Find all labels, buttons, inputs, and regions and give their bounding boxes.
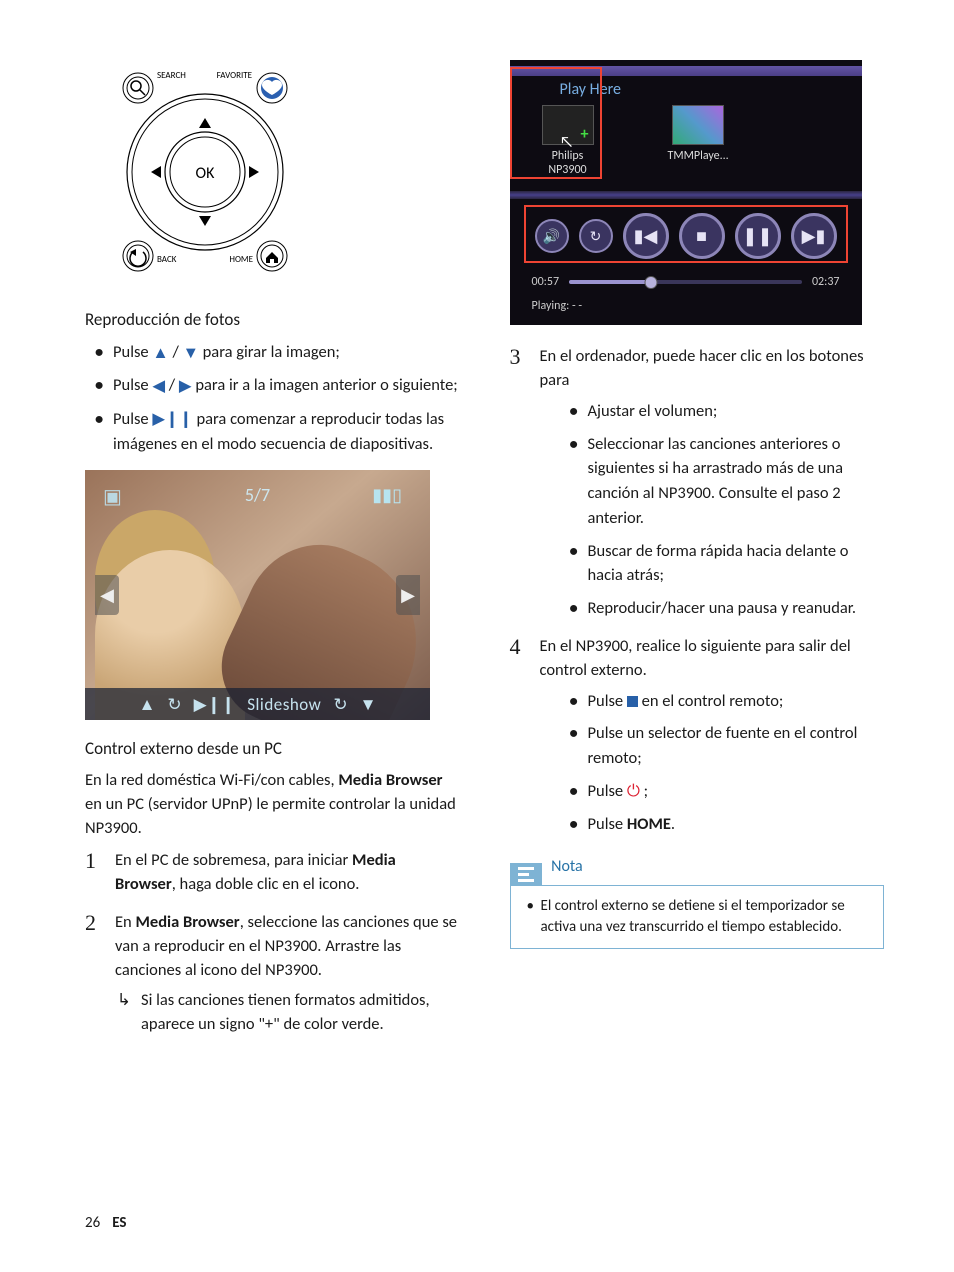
pc-control-heading: Control externo desde un PC: [85, 738, 460, 759]
triangle-up-icon: ▲: [152, 341, 168, 366]
bottom-up-icon: ▲: [139, 694, 156, 715]
home-button: HOME: [229, 241, 287, 271]
bottom-refresh-icon: ↻: [167, 694, 181, 715]
svg-text:FAVORITE: FAVORITE: [217, 70, 253, 81]
search-button: SEARCH: [123, 70, 186, 103]
slideshow-label: Slideshow: [247, 694, 321, 715]
note-icon: [510, 863, 542, 886]
power-icon: ⏻: [627, 781, 640, 801]
ok-label: OK: [196, 164, 216, 183]
note-text: El control externo se detiene si el temp…: [541, 896, 870, 938]
bottom-playpause-icon: ▶❙❙: [194, 694, 236, 715]
photo-bullets: Pulse ▲ / ▼ para girar la imagen; Pulse …: [85, 340, 460, 456]
triangle-right-icon: ▶: [179, 374, 192, 399]
photo-playback-heading: Reproducción de fotos: [85, 309, 460, 330]
playing-status: Playing: - -: [510, 291, 862, 315]
seek-bar[interactable]: [569, 280, 802, 284]
stop-icon: [627, 696, 638, 707]
media-player-screenshot: Play Here Philips NP3900 TMMPlaye... ↖ 🔊…: [510, 60, 862, 325]
next-photo-button[interactable]: ▶: [396, 575, 420, 615]
step-2: 2 En Media Browser, seleccione las canci…: [85, 911, 460, 1037]
page-lang: ES: [112, 1214, 126, 1232]
photo-counter: 5/7: [245, 484, 270, 506]
pc-intro: En la red doméstica Wi-Fi/con cables, Me…: [85, 769, 460, 841]
bottom-refresh2-icon: ↻: [333, 694, 347, 715]
signal-icon: ▮▮▯: [372, 484, 402, 506]
page-footer: 26 ES: [85, 1214, 126, 1232]
device-tmm[interactable]: TMMPlaye...: [668, 105, 728, 177]
svg-text:SEARCH: SEARCH: [157, 70, 186, 81]
favorite-button: FAVORITE: [217, 70, 287, 103]
prev-photo-button[interactable]: ◀: [95, 575, 119, 615]
step-4: 4 En el NP3900, realice lo siguiente par…: [510, 635, 885, 837]
time-total: 02:37: [812, 275, 840, 289]
remote-diagram: OK SEARCH FAVORITE BACK: [105, 60, 305, 280]
note-label: Nota: [551, 857, 583, 876]
back-button: BACK: [123, 241, 177, 271]
time-current: 00:57: [532, 275, 560, 289]
svg-text:HOME: HOME: [229, 254, 253, 265]
step-3: 3 En el ordenador, puede hacer clic en l…: [510, 345, 885, 621]
photo-preview: ▣ 5/7 ▮▮▯ ◀ ▶ ▲ ↻ ▶❙❙ Slideshow ↻ ▼: [85, 470, 430, 720]
triangle-down-icon: ▼: [183, 341, 199, 366]
page-number: 26: [85, 1214, 100, 1232]
highlight-box-2: [524, 205, 848, 263]
triangle-left-icon: ◀: [152, 374, 165, 399]
cursor-icon: ↖: [560, 133, 574, 152]
step-1: 1 En el PC de sobremesa, para iniciar Me…: [85, 849, 460, 897]
preview-top-icon: ▣: [103, 484, 122, 509]
bottom-down-icon: ▼: [360, 694, 377, 715]
svg-text:BACK: BACK: [157, 254, 177, 265]
play-pause-icon: ▶❙❙: [152, 409, 192, 429]
step-2-result: Si las canciones tienen formatos admitid…: [115, 989, 460, 1037]
note-box: Nota El control externo se detiene si el…: [510, 856, 885, 949]
